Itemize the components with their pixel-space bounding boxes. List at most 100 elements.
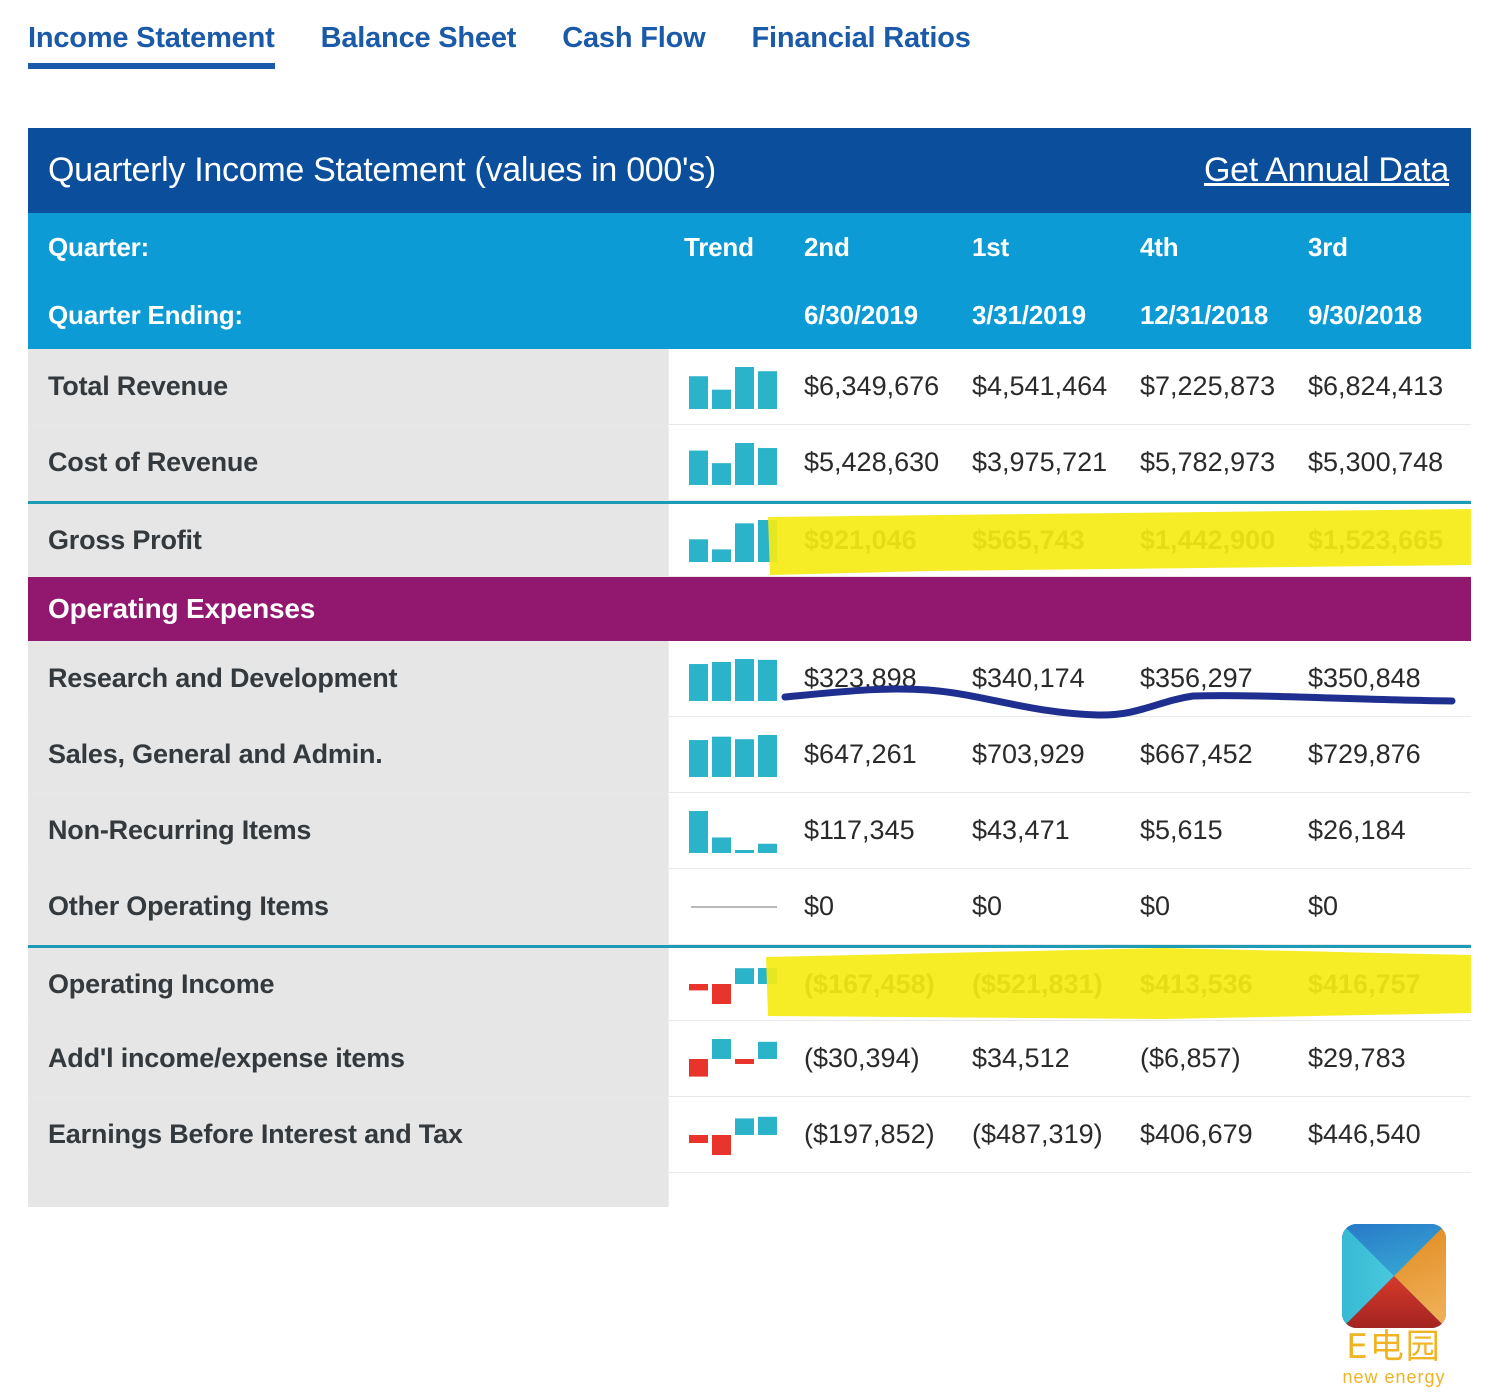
- trend-column-header: Trend: [684, 231, 754, 262]
- table-row: Sales, General and Admin. $647,261 $703,92…: [28, 717, 1471, 793]
- value-cell: $5,782,973: [1134, 425, 1302, 500]
- row-label: Add'l income/expense items: [28, 1021, 668, 1096]
- value-cell: $5,428,630: [798, 425, 966, 500]
- row-label: Other Operating Items: [28, 869, 668, 944]
- value-cell: $323,898: [798, 641, 966, 716]
- quarter-ending-1: 3/31/2019: [972, 299, 1086, 330]
- quarter-label: Quarter:: [48, 231, 149, 262]
- value-cell: $43,471: [966, 793, 1134, 868]
- logo-mark-icon: [1342, 1224, 1446, 1329]
- table-row: Earnings Before Interest and Tax ($197,85…: [28, 1097, 1471, 1173]
- table-row: Cost of Revenue $5,428,630 $3,975,721 $5,78…: [28, 425, 1471, 501]
- value-cell: $5,615: [1134, 793, 1302, 868]
- tab-balance-sheet[interactable]: Balance Sheet: [299, 22, 541, 69]
- value-cell: ($197,852): [798, 1097, 966, 1172]
- quarter-header-1: 1st: [972, 231, 1009, 262]
- table-row: Operating Income ($167,458) ($521,831) $413…: [28, 945, 1471, 1021]
- income-statement-panel: Quarterly Income Statement (values in 00…: [28, 128, 1471, 1207]
- tab-financial-ratios[interactable]: Financial Ratios: [729, 22, 994, 69]
- value-cell: $416,757: [1302, 948, 1470, 1020]
- value-cell: $1,523,665: [1302, 504, 1470, 576]
- waterfall-sparkline-icon: [689, 1038, 777, 1077]
- trend-sparkline-icon: [689, 658, 777, 701]
- row-label: Operating Income: [28, 945, 668, 1020]
- value-cell: $406,679: [1134, 1097, 1302, 1172]
- table-row: Research and Development $323,898 $340,174…: [28, 641, 1471, 717]
- value-cell: $117,345: [798, 793, 966, 868]
- table-body: Total Revenue $6,349,676 $4,541,464 $7,225,…: [28, 349, 1471, 1207]
- value-cell: ($521,831): [966, 948, 1134, 1020]
- page-root: Income Statement Balance Sheet Cash Flow Fi…: [0, 0, 1500, 1394]
- footer-trend-pad: [668, 1173, 798, 1207]
- table-row: Add'l income/expense items ($30,394) $34,5…: [28, 1021, 1471, 1097]
- value-cell: $6,824,413: [1302, 349, 1470, 424]
- table-row: Non-Recurring Items $117,345 $43,471 $5,615…: [28, 793, 1471, 869]
- column-header: Quarter: Trend 2nd 1st 4th 3rd Quarter E…: [28, 213, 1471, 349]
- footer-val-pad: [1302, 1173, 1470, 1207]
- trend-cell: [668, 869, 798, 944]
- waterfall-sparkline-icon: [689, 968, 777, 1004]
- page-title: Quarterly Income Statement (values in 00…: [48, 151, 716, 189]
- quarter-header-2: 4th: [1140, 231, 1179, 262]
- panel-title-bar: Quarterly Income Statement (values in 00…: [28, 128, 1471, 213]
- value-cell: $356,297: [1134, 641, 1302, 716]
- waterfall-sparkline-icon: [689, 1116, 777, 1155]
- value-cell: $0: [966, 869, 1134, 944]
- trend-sparkline-icon: [689, 442, 777, 485]
- trend-cell: [668, 504, 798, 576]
- quarter-header-row: Quarter: Trend 2nd 1st 4th 3rd: [28, 213, 1471, 281]
- table-row: Total Revenue $6,349,676 $4,541,464 $7,225,…: [28, 349, 1471, 425]
- trend-cell: [668, 793, 798, 868]
- value-cell: ($6,857): [1134, 1021, 1302, 1096]
- trend-sparkline-icon: [689, 810, 777, 853]
- footer-label-pad: [28, 1173, 668, 1207]
- value-cell: $4,541,464: [966, 349, 1134, 424]
- tab-income-statement[interactable]: Income Statement: [28, 22, 299, 69]
- trend-sparkline-icon: [689, 734, 777, 777]
- value-cell: $6,349,676: [798, 349, 966, 424]
- table-footer-strip: [28, 1173, 1471, 1207]
- row-label: Earnings Before Interest and Tax: [28, 1097, 668, 1172]
- value-cell: ($167,458): [798, 948, 966, 1020]
- value-cell: $0: [798, 869, 966, 944]
- trend-sparkline-icon: [689, 520, 777, 562]
- trend-cell: [668, 641, 798, 716]
- value-cell: $340,174: [966, 641, 1134, 716]
- trend-cell: [668, 1097, 798, 1172]
- value-cell: $667,452: [1134, 717, 1302, 792]
- value-cell: $565,743: [966, 504, 1134, 576]
- value-cell: ($30,394): [798, 1021, 966, 1096]
- watermark-logo: E电园 new energy: [1330, 1224, 1458, 1388]
- value-cell: $729,876: [1302, 717, 1470, 792]
- row-label: Total Revenue: [28, 349, 668, 424]
- value-cell: $7,225,873: [1134, 349, 1302, 424]
- footer-val-pad: [1134, 1173, 1302, 1207]
- row-label: Sales, General and Admin.: [28, 717, 668, 792]
- table-row: Other Operating Items $0 $0 $0 $0: [28, 869, 1471, 945]
- tab-cash-flow[interactable]: Cash Flow: [540, 22, 729, 69]
- value-cell: $703,929: [966, 717, 1134, 792]
- logo-chinese-text: E电园: [1346, 1327, 1442, 1368]
- tab-bar: Income Statement Balance Sheet Cash Flow Fi…: [28, 22, 995, 69]
- quarter-header-0: 2nd: [804, 231, 850, 262]
- value-cell: $921,046: [798, 504, 966, 576]
- trend-sparkline-icon: [689, 366, 777, 409]
- value-cell: $1,442,900: [1134, 504, 1302, 576]
- trend-cell: [668, 1021, 798, 1096]
- logo-english-text: new energy: [1342, 1367, 1446, 1387]
- value-cell: $29,783: [1302, 1021, 1470, 1096]
- value-cell: $3,975,721: [966, 425, 1134, 500]
- footer-val-pad: [798, 1173, 966, 1207]
- value-cell: $0: [1302, 869, 1470, 944]
- value-cell: $446,540: [1302, 1097, 1470, 1172]
- trend-cell: [668, 948, 798, 1020]
- get-annual-data-link[interactable]: Get Annual Data: [1204, 151, 1449, 190]
- quarter-ending-2: 12/31/2018: [1140, 299, 1269, 330]
- value-cell: $413,536: [1134, 948, 1302, 1020]
- table-row: Gross Profit $921,046 $565,743 $1,442,900 $1…: [28, 501, 1471, 577]
- row-label: Gross Profit: [28, 501, 668, 576]
- value-cell: $647,261: [798, 717, 966, 792]
- trend-cell: [668, 717, 798, 792]
- value-cell: $350,848: [1302, 641, 1470, 716]
- flat-trend-line-icon: [691, 905, 777, 908]
